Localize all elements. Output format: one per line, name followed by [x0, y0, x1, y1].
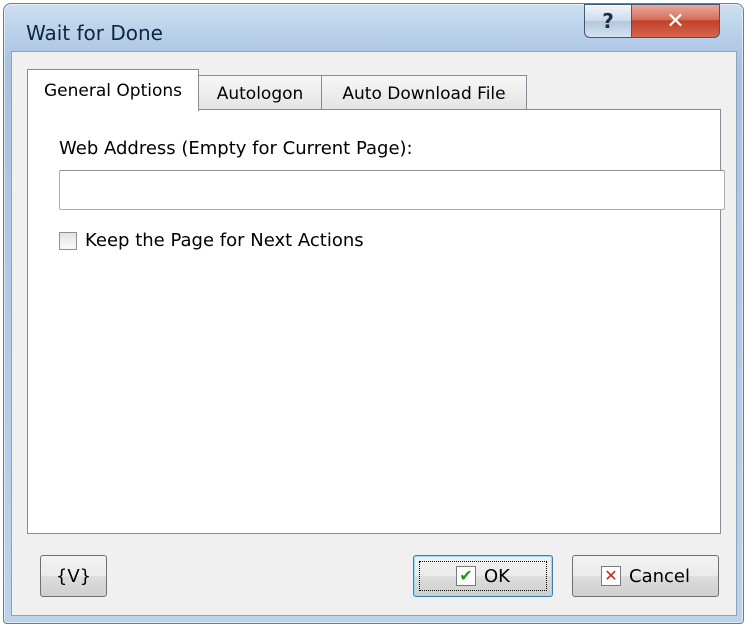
web-address-label: Web Address (Empty for Current Page):	[59, 138, 413, 159]
close-icon: ✕	[666, 8, 685, 34]
tab-label: General Options	[44, 80, 182, 101]
tab-label: Autologon	[216, 83, 304, 104]
close-button[interactable]: ✕	[631, 4, 720, 38]
help-button[interactable]: ?	[584, 4, 632, 38]
general-options-panel: Web Address (Empty for Current Page): Ke…	[27, 109, 725, 534]
variables-button[interactable]: {V}	[40, 555, 107, 597]
cancel-label: Cancel	[629, 565, 690, 587]
dialog-client-area: General Options Autologon Auto Download …	[11, 51, 737, 616]
variables-label: {V}	[55, 565, 92, 587]
window-title: Wait for Done	[26, 21, 163, 45]
tab-general-options[interactable]: General Options	[27, 69, 199, 111]
keep-page-label[interactable]: Keep the Page for Next Actions	[85, 230, 364, 251]
keep-page-row[interactable]: Keep the Page for Next Actions	[59, 230, 364, 251]
help-icon: ?	[602, 9, 614, 33]
focus-rectangle	[419, 561, 547, 591]
ok-button[interactable]: ✔ OK	[413, 555, 553, 597]
web-address-input[interactable]	[59, 170, 725, 210]
tab-auto-download-file[interactable]: Auto Download File	[321, 75, 527, 111]
tab-label: Auto Download File	[342, 83, 506, 104]
tab-autologon[interactable]: Autologon	[198, 75, 322, 111]
keep-page-checkbox[interactable]	[59, 231, 77, 250]
cancel-button[interactable]: ✕ Cancel	[572, 555, 719, 597]
cross-icon: ✕	[601, 566, 621, 586]
dialog-window: Wait for Done ? ✕ General Options Autolo…	[3, 3, 744, 624]
